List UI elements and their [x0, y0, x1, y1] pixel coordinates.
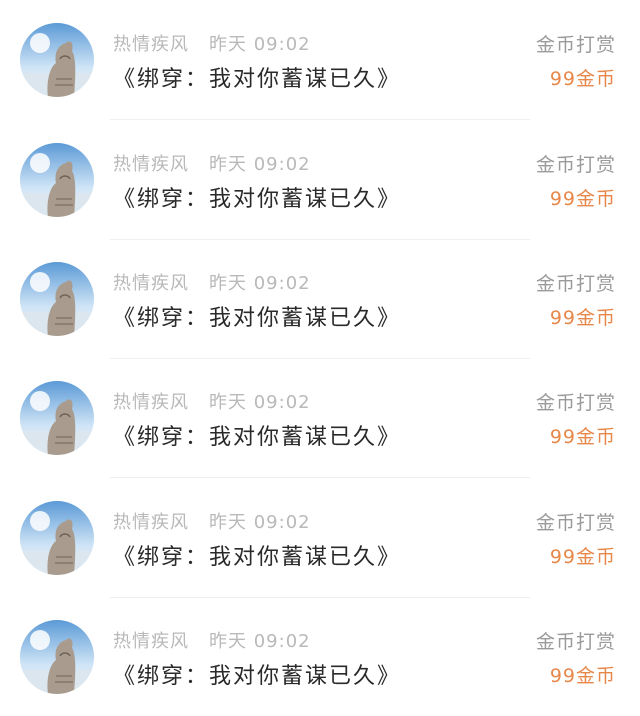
list-item[interactable]: 热情疾风 昨天 09:02 《绑穿：我对你蓄谋已久》 金币打赏 99金币: [0, 478, 640, 598]
action-label: 金币打赏: [535, 512, 616, 534]
timestamp: 昨天 09:02: [209, 34, 311, 55]
book-title[interactable]: 《绑穿：我对你蓄谋已久》: [113, 181, 401, 213]
coin-amount: 99金币: [549, 426, 616, 448]
action-label: 金币打赏: [535, 631, 616, 653]
action-label: 金币打赏: [535, 34, 616, 56]
username[interactable]: 热情疾风: [113, 512, 189, 533]
avatar[interactable]: [20, 501, 94, 575]
username[interactable]: 热情疾风: [113, 273, 189, 294]
list-item[interactable]: 热情疾风 昨天 09:02 《绑穿：我对你蓄谋已久》 金币打赏 99金币: [0, 120, 640, 240]
entry-meta: 热情疾风 昨天 09:02: [113, 388, 311, 414]
coin-amount: 99金币: [549, 307, 616, 329]
action-label: 金币打赏: [535, 392, 616, 414]
list-item[interactable]: 热情疾风 昨天 09:02 《绑穿：我对你蓄谋已久》 金币打赏 99金币: [0, 0, 640, 120]
username[interactable]: 热情疾风: [113, 631, 189, 652]
avatar[interactable]: [20, 23, 94, 97]
book-title[interactable]: 《绑穿：我对你蓄谋已久》: [113, 658, 401, 690]
action-label: 金币打赏: [535, 154, 616, 176]
avatar[interactable]: [20, 143, 94, 217]
timestamp: 昨天 09:02: [209, 154, 311, 175]
book-title[interactable]: 《绑穿：我对你蓄谋已久》: [113, 419, 401, 451]
username[interactable]: 热情疾风: [113, 392, 189, 413]
timestamp: 昨天 09:02: [209, 631, 311, 652]
entry-meta: 热情疾风 昨天 09:02: [113, 150, 311, 176]
entry-meta: 热情疾风 昨天 09:02: [113, 627, 311, 653]
entry-meta: 热情疾风 昨天 09:02: [113, 269, 311, 295]
username[interactable]: 热情疾风: [113, 154, 189, 175]
list-item[interactable]: 热情疾风 昨天 09:02 《绑穿：我对你蓄谋已久》 金币打赏 99金币: [0, 597, 640, 716]
coin-amount: 99金币: [549, 665, 616, 687]
action-label: 金币打赏: [535, 273, 616, 295]
book-title[interactable]: 《绑穿：我对你蓄谋已久》: [113, 61, 401, 93]
avatar[interactable]: [20, 620, 94, 694]
avatar[interactable]: [20, 262, 94, 336]
list-item[interactable]: 热情疾风 昨天 09:02 《绑穿：我对你蓄谋已久》 金币打赏 99金币: [0, 239, 640, 359]
avatar[interactable]: [20, 381, 94, 455]
timestamp: 昨天 09:02: [209, 273, 311, 294]
timestamp: 昨天 09:02: [209, 392, 311, 413]
coin-amount: 99金币: [549, 68, 616, 90]
entry-meta: 热情疾风 昨天 09:02: [113, 508, 311, 534]
coin-amount: 99金币: [549, 188, 616, 210]
list-item[interactable]: 热情疾风 昨天 09:02 《绑穿：我对你蓄谋已久》 金币打赏 99金币: [0, 358, 640, 478]
entry-meta: 热情疾风 昨天 09:02: [113, 30, 311, 56]
coin-amount: 99金币: [549, 546, 616, 568]
username[interactable]: 热情疾风: [113, 34, 189, 55]
book-title[interactable]: 《绑穿：我对你蓄谋已久》: [113, 300, 401, 332]
timestamp: 昨天 09:02: [209, 512, 311, 533]
book-title[interactable]: 《绑穿：我对你蓄谋已久》: [113, 539, 401, 571]
reward-list: 热情疾风 昨天 09:02 《绑穿：我对你蓄谋已久》 金币打赏 99金币 热情疾风…: [0, 0, 640, 715]
